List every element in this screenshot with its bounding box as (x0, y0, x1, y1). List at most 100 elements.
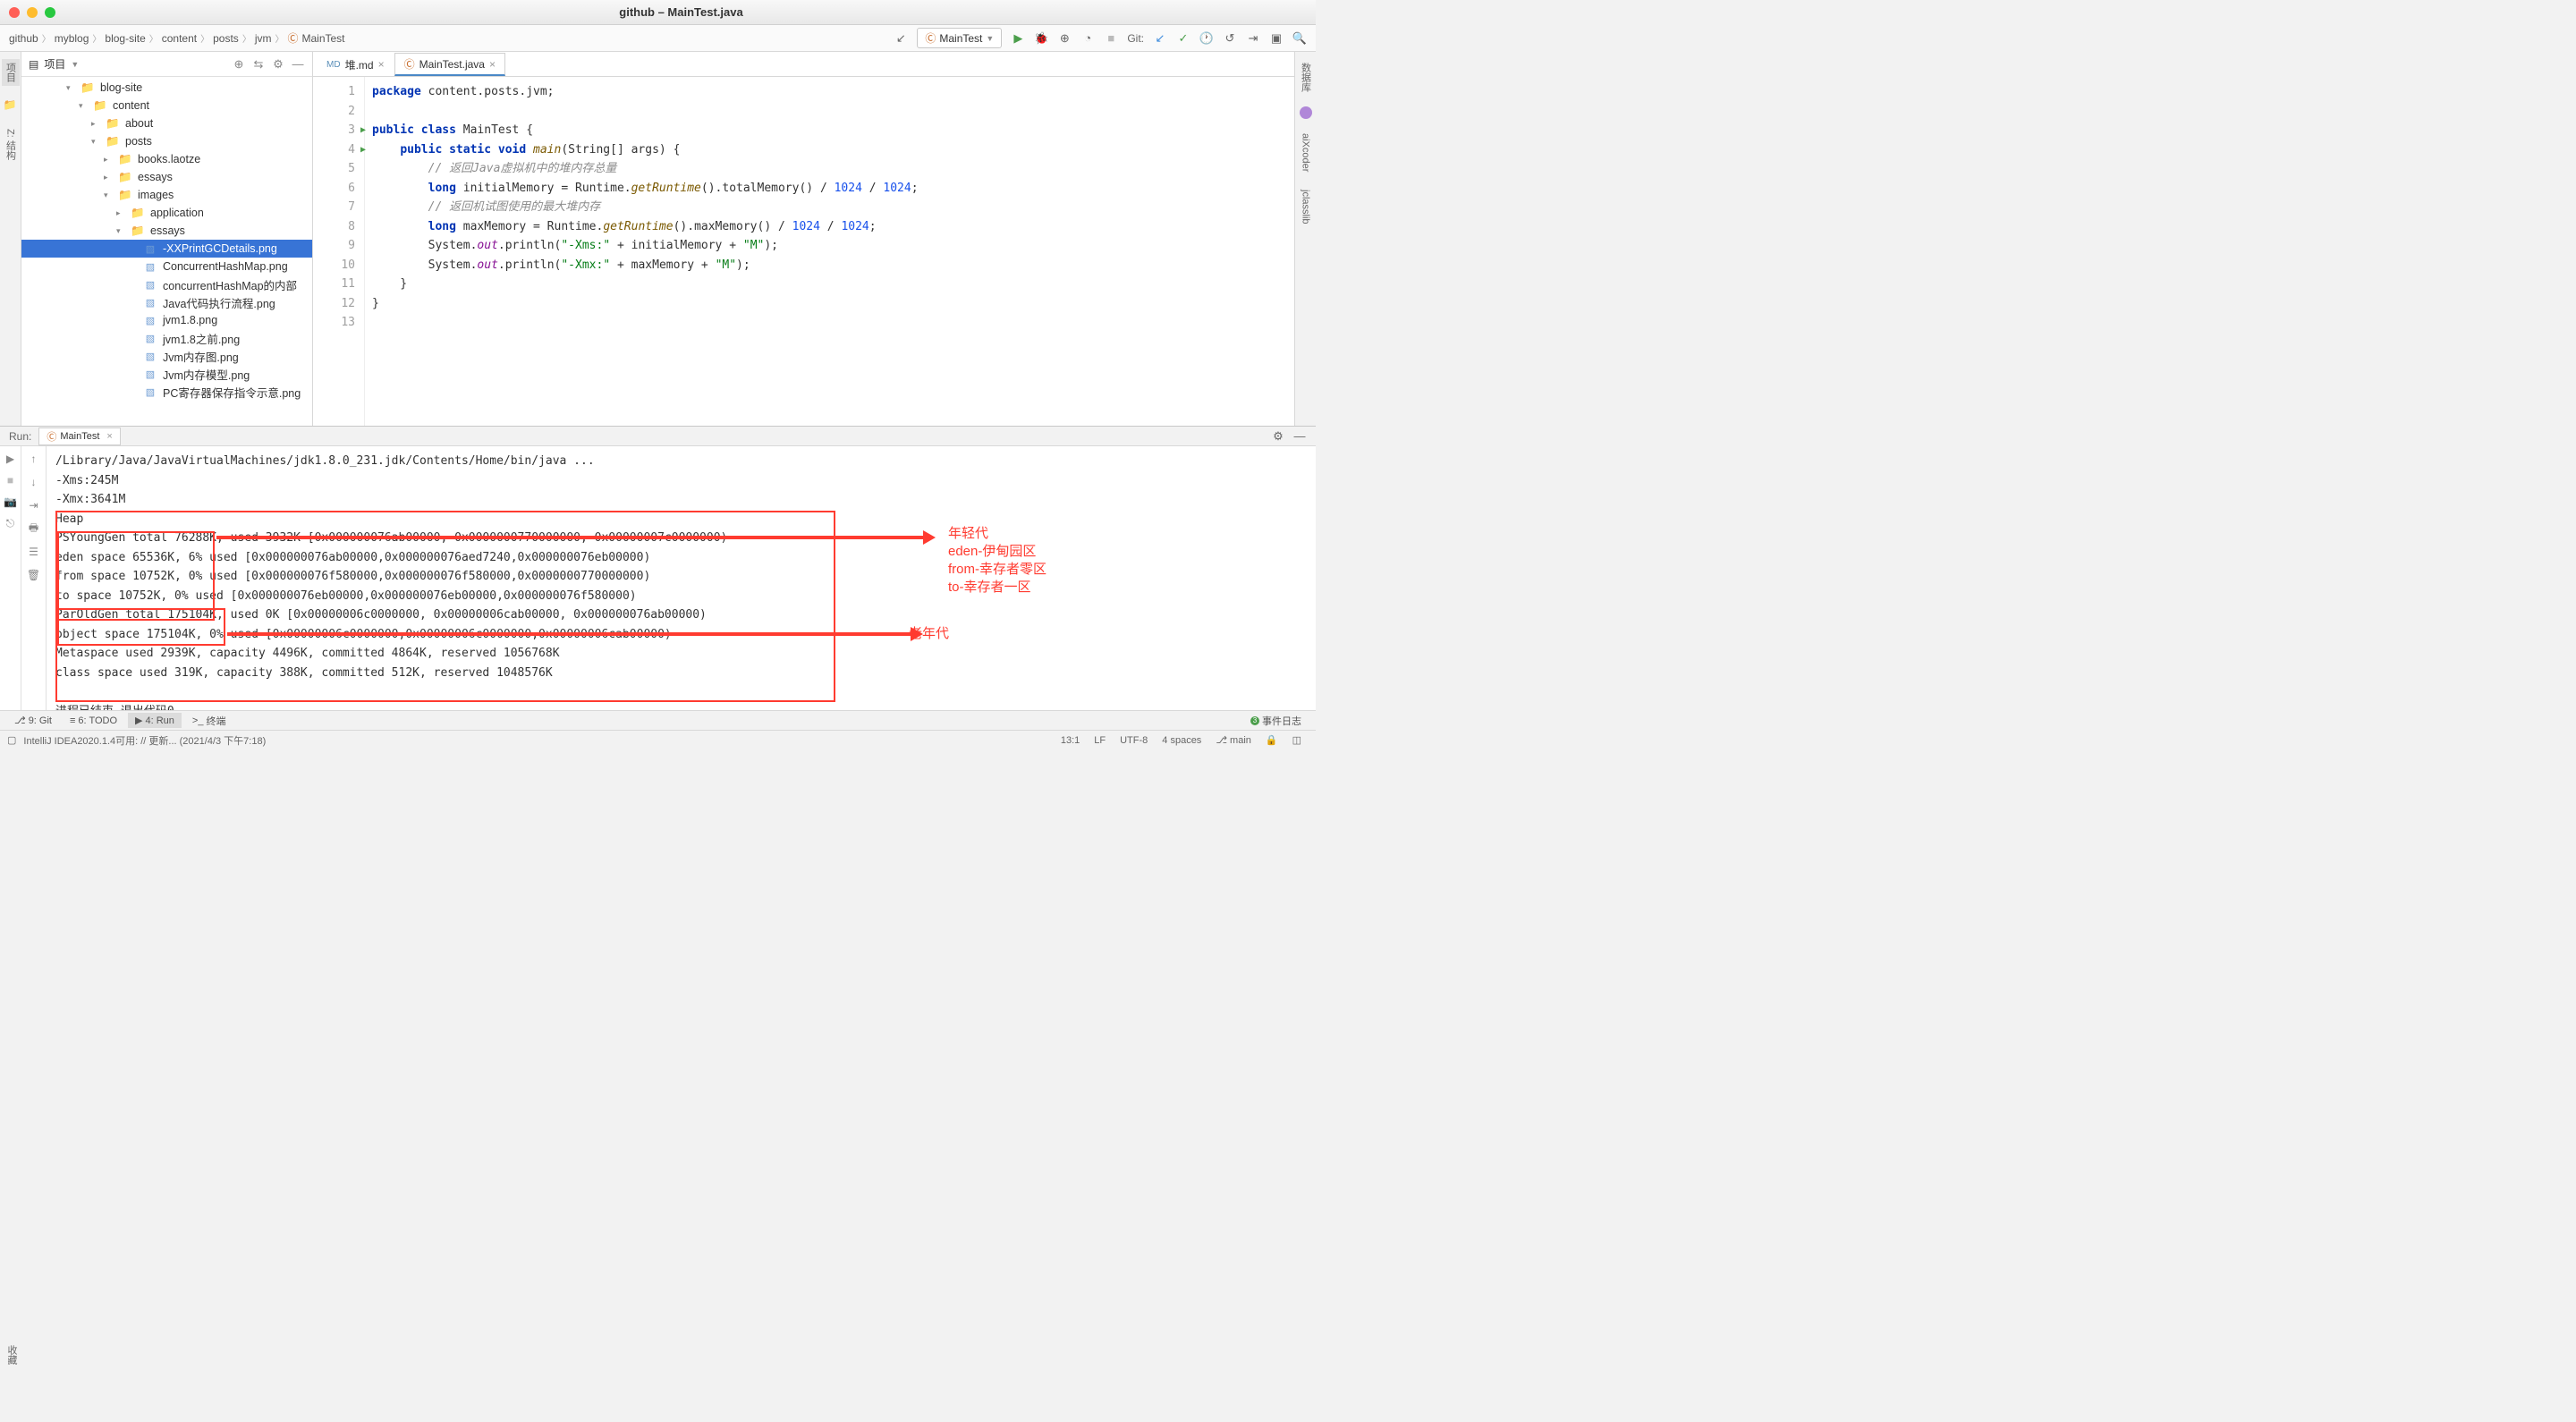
tab-database[interactable]: 数据库 (1297, 59, 1315, 96)
vcs-revert-icon[interactable]: ↺ (1223, 31, 1237, 46)
crumb[interactable]: MainTest (302, 32, 345, 45)
hide-icon[interactable]: — (1292, 429, 1307, 444)
run-tab[interactable]: Ⓒ MainTest × (38, 427, 120, 445)
gear-icon[interactable]: ⚙ (1271, 429, 1285, 444)
crumb[interactable]: myblog (55, 32, 89, 45)
tree-label: PC寄存器保存指令示意.png (163, 384, 301, 401)
maximize-icon[interactable] (45, 7, 55, 18)
annotation-box-old (57, 608, 225, 646)
stop-icon[interactable]: ■ (4, 473, 18, 487)
vcs-commit-icon[interactable]: ✓ (1176, 31, 1191, 46)
back-icon[interactable]: ↙ (894, 31, 908, 46)
hide-icon[interactable]: — (291, 57, 305, 72)
tree-row[interactable]: ▧ConcurrentHashMap.png (21, 258, 312, 275)
status-icon[interactable]: ▢ (7, 734, 16, 746)
editor-tab[interactable]: Ⓒ MainTest.java × (394, 53, 505, 76)
gear-icon[interactable]: ⚙ (271, 57, 285, 72)
tab-event-log[interactable]: 3 事件日志 (1243, 712, 1309, 730)
tree-row[interactable]: ▧Jvm内存模型.png (21, 365, 312, 383)
search-icon[interactable]: 🔍 (1292, 31, 1307, 46)
up-icon[interactable]: ↑ (27, 452, 41, 466)
run-panel: Run: Ⓒ MainTest × ⚙ — ▶ ■ 📷 ⎋ ↑ ↓ ⇥ 🖶 ☰ … (0, 426, 1316, 710)
indent[interactable]: 4 spaces (1155, 735, 1208, 746)
debug-icon[interactable]: 🐞 (1034, 31, 1048, 46)
file-icon: ▧ (143, 333, 157, 344)
vcs-push-icon[interactable]: ⇥ (1246, 31, 1260, 46)
tab-aixcoder[interactable]: aiXcoder (1299, 130, 1313, 175)
tree-row[interactable]: ▧jvm1.8之前.png (21, 329, 312, 347)
vcs-update-icon[interactable]: ↙ (1153, 31, 1167, 46)
tree-row[interactable]: ▧ PC寄存器保存指令示意.png (21, 383, 312, 401)
close-icon[interactable]: × (106, 431, 112, 442)
locate-icon[interactable]: ⊕ (232, 57, 246, 72)
coverage-icon[interactable]: ⊕ (1057, 31, 1072, 46)
vcs-history-icon[interactable]: 🕐 (1199, 31, 1214, 46)
run-config-selector[interactable]: Ⓒ MainTest ▼ (917, 28, 1002, 48)
tab-run[interactable]: ▶ 4: Run (128, 713, 182, 728)
code-area[interactable]: package content.posts.jvm; public class … (365, 77, 1294, 426)
tab-jclasslib[interactable]: jclasslib (1299, 186, 1313, 228)
tab-structure[interactable]: Z: 结构 (2, 125, 20, 164)
tree-row[interactable]: ▸📁books.laotze (21, 150, 312, 168)
crumb[interactable]: blog-site (105, 32, 145, 45)
editor-tab[interactable]: MD 堆.md × (317, 53, 394, 76)
tab-project[interactable]: 项目 (2, 59, 20, 86)
close-icon[interactable] (9, 7, 20, 18)
chevron-down-icon[interactable]: ▼ (71, 60, 79, 69)
rerun-icon[interactable]: ▶ (4, 452, 18, 466)
tree-row[interactable]: ▾📁images (21, 186, 312, 204)
tree-row[interactable]: ▾📁posts (21, 132, 312, 150)
tab-favorites[interactable]: 收藏 (0, 1342, 23, 1368)
editor-body[interactable]: 12▶3▶45678910111213 package content.post… (313, 77, 1294, 426)
project-header: ▤ 项目 ▼ ⊕ ⇆ ⚙ — (21, 52, 312, 77)
exit-icon[interactable]: ⎋ (4, 516, 18, 530)
crumb[interactable]: posts (213, 32, 239, 45)
console-line: /Library/Java/JavaVirtualMachines/jdk1.8… (55, 452, 1307, 471)
crumb[interactable]: github (9, 32, 38, 45)
tree-row[interactable]: ▾📁blog-site (21, 79, 312, 97)
wrap-icon[interactable]: ⇥ (27, 498, 41, 512)
tree-row[interactable]: ▧jvm1.8.png (21, 311, 312, 329)
tree-row[interactable]: ▸📁essays (21, 168, 312, 186)
tab-git[interactable]: ⎇ 9: Git (7, 713, 59, 728)
print-icon[interactable]: 🖶 (27, 521, 41, 536)
filter-icon[interactable]: ☰ (27, 545, 41, 559)
tree-row[interactable]: ▾📁content (21, 97, 312, 114)
line-sep[interactable]: LF (1087, 735, 1113, 746)
file-icon: ▧ (143, 386, 157, 398)
tree-row[interactable]: ▧concurrentHashMap的内部 (21, 275, 312, 293)
trash-icon[interactable]: 🗑 (27, 568, 41, 582)
console-output[interactable]: /Library/Java/JavaVirtualMachines/jdk1.8… (47, 446, 1316, 710)
tree-row[interactable]: ▧-XXPrintGCDetails.png (21, 240, 312, 258)
tree-row[interactable]: ▸📁application (21, 204, 312, 222)
expand-icon[interactable]: ⇆ (251, 57, 266, 72)
ide-structure-icon[interactable]: ▣ (1269, 31, 1284, 46)
down-icon[interactable]: ↓ (27, 475, 41, 489)
crumb[interactable]: jvm (255, 32, 272, 45)
cursor-position[interactable]: 13:1 (1054, 735, 1087, 746)
project-tree[interactable]: ▾📁blog-site▾📁content▸📁about▾📁posts▸📁book… (21, 77, 312, 401)
run-icon[interactable]: ▶ (1011, 31, 1025, 46)
aixcoder-icon[interactable] (1300, 106, 1312, 119)
tab-todo[interactable]: ≡ 6: TODO (63, 714, 124, 728)
tree-row[interactable]: ▧Jvm内存图.png (21, 347, 312, 365)
stop-icon[interactable]: ■ (1104, 31, 1118, 46)
run-label: Run: (9, 430, 31, 443)
status-update[interactable]: IntelliJ IDEA2020.1.4可用: // 更新... (2021/… (16, 733, 273, 748)
folder-icon[interactable]: 📁 (4, 98, 18, 113)
crumb[interactable]: content (162, 32, 197, 45)
minimize-icon[interactable] (27, 7, 38, 18)
tree-label: posts (125, 135, 152, 148)
mem-icon[interactable]: ◫ (1285, 734, 1309, 746)
tree-row[interactable]: ▸📁about (21, 114, 312, 132)
camera-icon[interactable]: 📷 (4, 495, 18, 509)
tree-row[interactable]: ▾📁essays (21, 222, 312, 240)
close-icon[interactable]: × (378, 58, 385, 71)
close-icon[interactable]: × (489, 58, 496, 71)
tab-terminal[interactable]: >_ 终端 (185, 712, 233, 730)
encoding[interactable]: UTF-8 (1113, 735, 1155, 746)
tree-row[interactable]: ▧Java代码执行流程.png (21, 293, 312, 311)
git-branch[interactable]: ⎇ main (1208, 734, 1258, 746)
lock-icon[interactable]: 🔒 (1258, 734, 1285, 746)
profile-icon[interactable]: ◔ (1080, 31, 1095, 46)
